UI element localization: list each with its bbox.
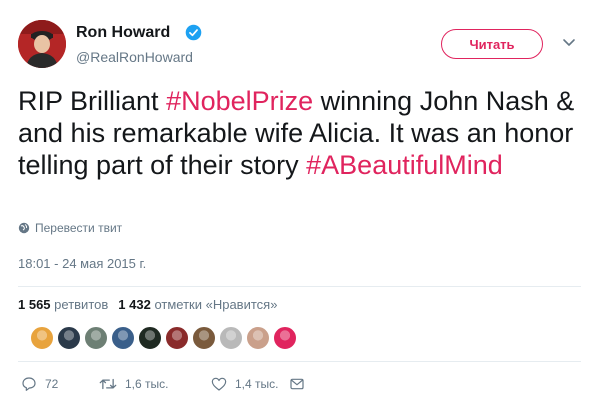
verified-badge-icon (185, 24, 202, 41)
tweet-actions: 72 1,6 тыс. 1,4 тыс. (21, 376, 305, 392)
reply-icon (22, 377, 36, 391)
likes-count: 1 432 (118, 297, 151, 312)
liker-avatar[interactable] (30, 326, 54, 350)
retweet-icon (99, 378, 117, 390)
likers-avatars (30, 326, 297, 350)
liker-avatar[interactable] (111, 326, 135, 350)
liker-avatar[interactable] (165, 326, 189, 350)
divider (18, 286, 581, 287)
hashtag-link[interactable]: #NobelPrize (166, 86, 313, 116)
envelope-icon (290, 378, 304, 390)
follow-button[interactable]: Читать (441, 29, 543, 59)
reply-button[interactable]: 72 (21, 376, 99, 392)
likes-label: отметки «Нравится» (154, 297, 278, 312)
tweet-text: RIP Brilliant #NobelPrize winning John N… (18, 85, 583, 181)
direct-message-button[interactable] (289, 376, 305, 392)
liker-avatar[interactable] (57, 326, 81, 350)
divider (18, 361, 581, 362)
translate-tweet-link[interactable]: Перевести твит (18, 221, 122, 235)
liker-avatar[interactable] (192, 326, 216, 350)
reply-count: 72 (45, 377, 59, 391)
avatar[interactable] (18, 20, 66, 68)
liker-avatar[interactable] (219, 326, 243, 350)
retweet-button[interactable]: 1,6 тыс. (99, 376, 211, 392)
retweets-stat[interactable]: 1 565 ретвитов (18, 297, 108, 312)
liker-avatar[interactable] (84, 326, 108, 350)
author-name[interactable]: Ron Howard (76, 24, 170, 42)
retweet-count: 1,6 тыс. (125, 377, 169, 391)
liker-avatar[interactable] (273, 326, 297, 350)
liker-avatar[interactable] (246, 326, 270, 350)
author-handle[interactable]: @RealRonHoward (76, 49, 193, 65)
chevron-down-icon[interactable] (562, 38, 576, 48)
tweet-text-segment: RIP Brilliant (18, 86, 167, 116)
translate-label: Перевести твит (35, 221, 123, 235)
likes-stat[interactable]: 1 432 отметки «Нравится» (118, 297, 277, 312)
tweet-timestamp[interactable]: 18:01 - 24 мая 2015 г. (18, 256, 146, 271)
tweet-stats: 1 565 ретвитов 1 432 отметки «Нравится» (18, 297, 277, 312)
retweets-count: 1 565 (18, 297, 51, 312)
retweets-label: ретвитов (54, 297, 109, 312)
heart-icon (211, 377, 227, 391)
like-count: 1,4 тыс. (235, 377, 279, 391)
like-button[interactable]: 1,4 тыс. (211, 376, 289, 392)
hashtag-link[interactable]: #ABeautifulMind (306, 150, 503, 180)
liker-avatar[interactable] (138, 326, 162, 350)
globe-icon (18, 222, 30, 234)
